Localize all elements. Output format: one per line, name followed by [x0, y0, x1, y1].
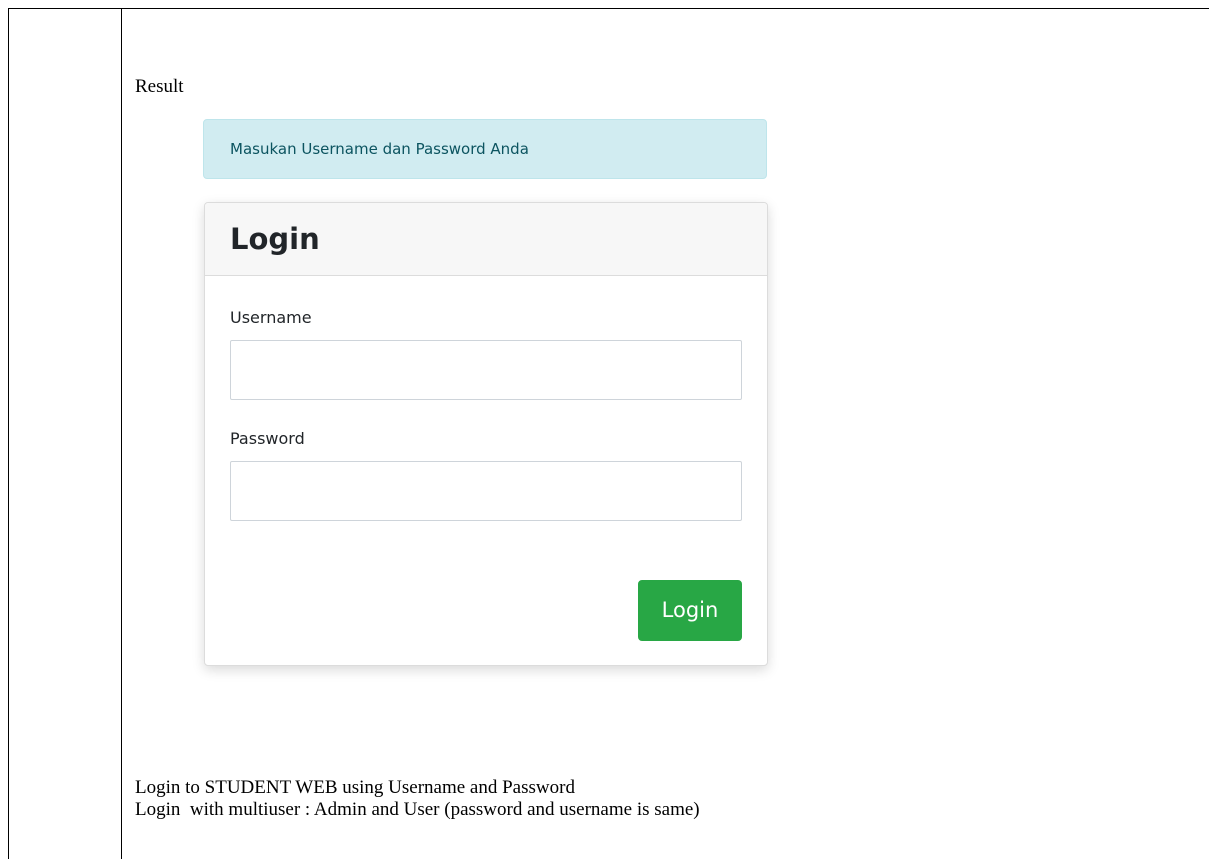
- password-input[interactable]: [230, 461, 742, 521]
- description-line-2: Login with multiuser : Admin and User (p…: [135, 799, 700, 820]
- table-column-divider: [121, 8, 122, 859]
- username-label: Username: [230, 308, 312, 327]
- table-left-border: [8, 8, 9, 859]
- login-card-header: Login: [205, 203, 767, 276]
- login-title: Login: [230, 222, 320, 256]
- table-top-border: [8, 8, 1209, 9]
- login-button[interactable]: Login: [638, 580, 742, 641]
- login-card: Login Username Password Login: [204, 202, 768, 666]
- password-label: Password: [230, 429, 305, 448]
- result-label: Result: [135, 76, 184, 97]
- description-line-1: Login to STUDENT WEB using Username and …: [135, 777, 575, 798]
- username-input[interactable]: [230, 340, 742, 400]
- info-alert: Masukan Username dan Password Anda: [203, 119, 767, 179]
